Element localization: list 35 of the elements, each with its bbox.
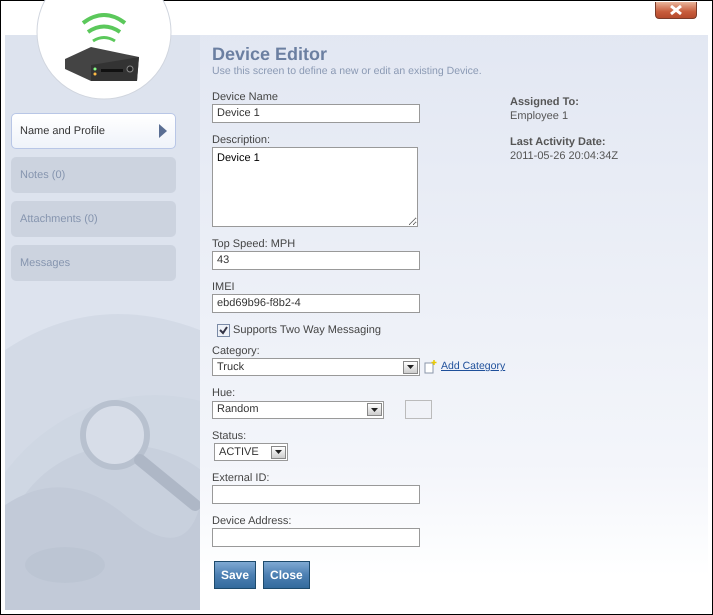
color-swatch[interactable] xyxy=(405,400,432,419)
field-label: IMEI xyxy=(212,280,236,294)
action-button[interactable]: Save xyxy=(214,561,256,589)
field-label: Status: xyxy=(212,429,248,443)
input-field[interactable]: Device 1 xyxy=(212,104,420,123)
dropdown[interactable]: Truck xyxy=(212,358,420,376)
action-button[interactable]: Close xyxy=(263,561,310,589)
page-title: Device Editor xyxy=(212,43,328,65)
field-label: Device Address: xyxy=(212,514,292,528)
input-field[interactable]: ebd69b96-f8b2-4 xyxy=(212,294,420,313)
info-label: Last Activity Date: xyxy=(510,135,607,149)
checkbox-label: Supports Two Way Messaging xyxy=(233,323,381,337)
close-icon xyxy=(668,4,684,16)
input-field[interactable] xyxy=(212,485,420,504)
sidebar-item[interactable]: Name and Profile xyxy=(11,113,176,149)
field-label: External ID: xyxy=(212,471,270,485)
arrow-icon xyxy=(159,124,167,138)
add-category-link[interactable]: Add Category xyxy=(441,359,506,375)
field-label: Hue: xyxy=(212,386,236,400)
info-label: Assigned To: xyxy=(510,95,580,109)
close-button[interactable] xyxy=(655,2,697,19)
field-label: Device Name xyxy=(212,90,280,104)
description-field[interactable]: Device 1 xyxy=(212,147,418,227)
info-value: 2011-05-26 20:04:34Z xyxy=(510,149,618,163)
dropdown[interactable]: Random xyxy=(212,400,384,418)
checkbox[interactable] xyxy=(217,324,230,336)
page-subtitle: Use this screen to define a new or edit an existing Device. xyxy=(212,65,483,78)
dropdown[interactable]: ACTIVE xyxy=(214,443,288,461)
info-value: Employee 1 xyxy=(510,109,570,123)
new-page-icon xyxy=(424,360,437,374)
input-field[interactable] xyxy=(212,528,420,547)
field-label: Description: xyxy=(212,133,272,147)
field-label: Top Speed: MPH xyxy=(212,237,296,251)
input-field[interactable]: 43 xyxy=(212,251,420,270)
field-label: Category: xyxy=(212,344,261,358)
